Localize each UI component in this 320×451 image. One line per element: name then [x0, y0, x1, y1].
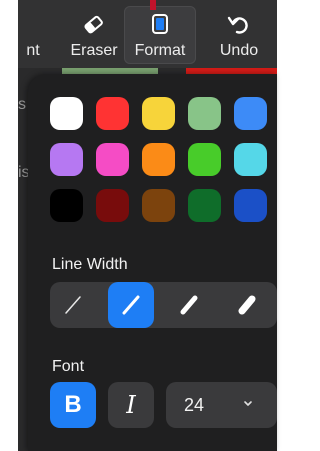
color-swatch-white[interactable] [50, 97, 83, 130]
toolbar-item-partial[interactable]: nt [18, 6, 48, 64]
italic-button[interactable]: I [108, 382, 154, 428]
color-swatch-red[interactable] [96, 97, 129, 130]
thin-line-icon [65, 296, 81, 314]
format-button[interactable]: Format [124, 6, 196, 64]
eraser-label: Eraser [70, 42, 118, 59]
extra-thick-line-icon [238, 295, 256, 315]
line-width-medium-option[interactable] [108, 282, 154, 328]
line-width-thin-option[interactable] [50, 282, 96, 328]
color-swatch-yellow[interactable] [142, 97, 175, 130]
font-label: Font [52, 358, 85, 375]
bold-button[interactable]: B [50, 382, 96, 428]
undo-icon [227, 16, 248, 34]
medium-line-icon [122, 295, 140, 315]
color-swatch-cyan[interactable] [234, 143, 267, 176]
color-swatch-brown[interactable] [142, 189, 175, 222]
color-swatch-black[interactable] [50, 189, 83, 222]
color-swatch-pink[interactable] [96, 143, 129, 176]
line-width-selector [50, 282, 277, 328]
color-swatch-orange[interactable] [142, 143, 175, 176]
chevron-down-icon [244, 401, 252, 406]
line-width-extra-thick-option[interactable] [224, 282, 270, 328]
color-swatch-blue[interactable] [234, 97, 267, 130]
format-popover: Line Width Font B I 24 [28, 74, 277, 451]
thick-line-icon [180, 295, 198, 315]
color-swatch-lavender[interactable] [50, 143, 83, 176]
line-width-label: Line Width [52, 256, 128, 273]
color-swatch-dark-blue[interactable] [234, 189, 267, 222]
line-width-thick-option[interactable] [166, 282, 212, 328]
background-text-fragment: s [18, 96, 26, 113]
popover-pointer-marker [150, 0, 156, 10]
font-size-select[interactable]: 24 [166, 382, 277, 428]
color-swatch-green[interactable] [188, 143, 221, 176]
eraser-icon [84, 15, 103, 34]
eraser-button[interactable]: Eraser [58, 6, 130, 64]
format-icon [152, 14, 168, 34]
color-swatch-light-green[interactable] [188, 97, 221, 130]
undo-button[interactable]: Undo [206, 6, 272, 64]
font-size-value: 24 [184, 395, 205, 415]
color-swatch-dark-red[interactable] [96, 189, 129, 222]
annotation-toolbar: nt Eraser Format Undo [18, 0, 277, 68]
toolbar-item-partial-label: nt [26, 42, 40, 59]
undo-label: Undo [219, 42, 259, 59]
color-swatch-dark-green[interactable] [188, 189, 221, 222]
format-label: Format [134, 42, 186, 59]
